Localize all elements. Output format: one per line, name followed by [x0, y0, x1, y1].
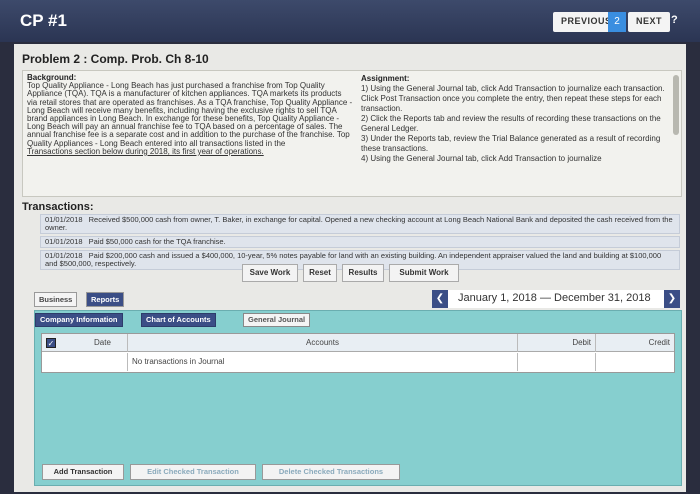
main-panel: Problem 2 : Comp. Prob. Ch 8-10 Backgrou… [14, 44, 686, 492]
edit-checked-transaction-button[interactable]: Edit Checked Transaction [130, 464, 256, 480]
empty-date-cell [42, 353, 128, 371]
date-range-text: January 1, 2018 — December 31, 2018 [458, 292, 651, 304]
assignment-step: 2) Click the Reports tab and review the … [361, 114, 661, 133]
next-button[interactable]: NEXT [628, 12, 671, 32]
journal-header-row: ✓ Date Accounts Debit Credit [42, 334, 674, 352]
submit-work-button[interactable]: Submit Work [389, 264, 459, 282]
date-column-header: Date [94, 338, 111, 347]
top-bar: CP #1 PREVIOUS 2 NEXT ? [0, 0, 700, 42]
reset-button[interactable]: Reset [303, 264, 337, 282]
save-work-button[interactable]: Save Work [242, 264, 298, 282]
transaction-text: Paid $50,000 cash for the TQA franchise. [88, 237, 226, 246]
page-number-badge: 2 [608, 12, 626, 32]
tab-company-information[interactable]: Company Information [35, 313, 123, 327]
empty-debit-cell [518, 353, 596, 371]
results-button[interactable]: Results [342, 264, 384, 282]
assignment-step: 4) Using the General Journal tab, click … [361, 154, 602, 163]
accounts-column-header: Accounts [128, 334, 518, 352]
journal-table: ✓ Date Accounts Debit Credit No transact… [41, 333, 675, 373]
select-all-checkbox[interactable]: ✓ [46, 338, 56, 348]
chevron-left-icon[interactable]: ❮ [432, 290, 448, 308]
add-transaction-button[interactable]: Add Transaction [42, 464, 124, 480]
transaction-date: 01/01/2018 [45, 237, 83, 246]
background-link-text: Transactions section below during 2018, … [27, 146, 264, 156]
select-all-cell: ✓ Date [42, 334, 128, 352]
transaction-item: 01/01/2018 Paid $50,000 cash for the TQA… [40, 236, 680, 248]
background-section: Background: Top Quality Appliance - Long… [27, 73, 353, 156]
background-text: Top Quality Appliance - Long Beach has j… [27, 81, 353, 148]
journal-empty-row: No transactions in Journal [42, 353, 674, 371]
credit-column-header: Credit [648, 338, 670, 347]
empty-credit-cell [596, 353, 674, 371]
journal-panel: Company Information Chart of Accounts Ge… [34, 310, 682, 486]
tab-general-journal[interactable]: General Journal [243, 313, 311, 327]
transaction-item: 01/01/2018 Received $500,000 cash from o… [40, 214, 680, 234]
tab-chart-of-accounts[interactable]: Chart of Accounts [141, 313, 216, 327]
empty-message: No transactions in Journal [128, 353, 518, 371]
debit-column-header: Debit [518, 334, 596, 352]
problem-title: Problem 2 : Comp. Prob. Ch 8-10 [22, 52, 209, 66]
transactions-label: Transactions: [22, 201, 94, 213]
problem-info-box: Background: Top Quality Appliance - Long… [22, 70, 682, 197]
chevron-right-icon[interactable]: ❯ [664, 290, 680, 308]
help-icon[interactable]: ? [671, 14, 678, 26]
assignment-step: 3) Under the Reports tab, review the Tri… [361, 134, 661, 153]
tab-reports[interactable]: Reports [86, 292, 125, 307]
date-range-selector: ❮ January 1, 2018 — December 31, 2018 ❯ [432, 290, 680, 308]
delete-checked-transactions-button[interactable]: Delete Checked Transactions [262, 464, 400, 480]
assignment-step: 1) Using the General Journal tab, click … [361, 84, 665, 113]
assignment-label: Assignment: [361, 74, 410, 83]
transaction-text: Received $500,000 cash from owner, T. Ba… [45, 215, 673, 232]
info-scrollbar[interactable] [673, 75, 679, 135]
assignment-section: Assignment: 1) Using the General Journal… [361, 74, 671, 164]
tab-business[interactable]: Business [34, 292, 78, 307]
app-title: CP #1 [20, 11, 67, 30]
